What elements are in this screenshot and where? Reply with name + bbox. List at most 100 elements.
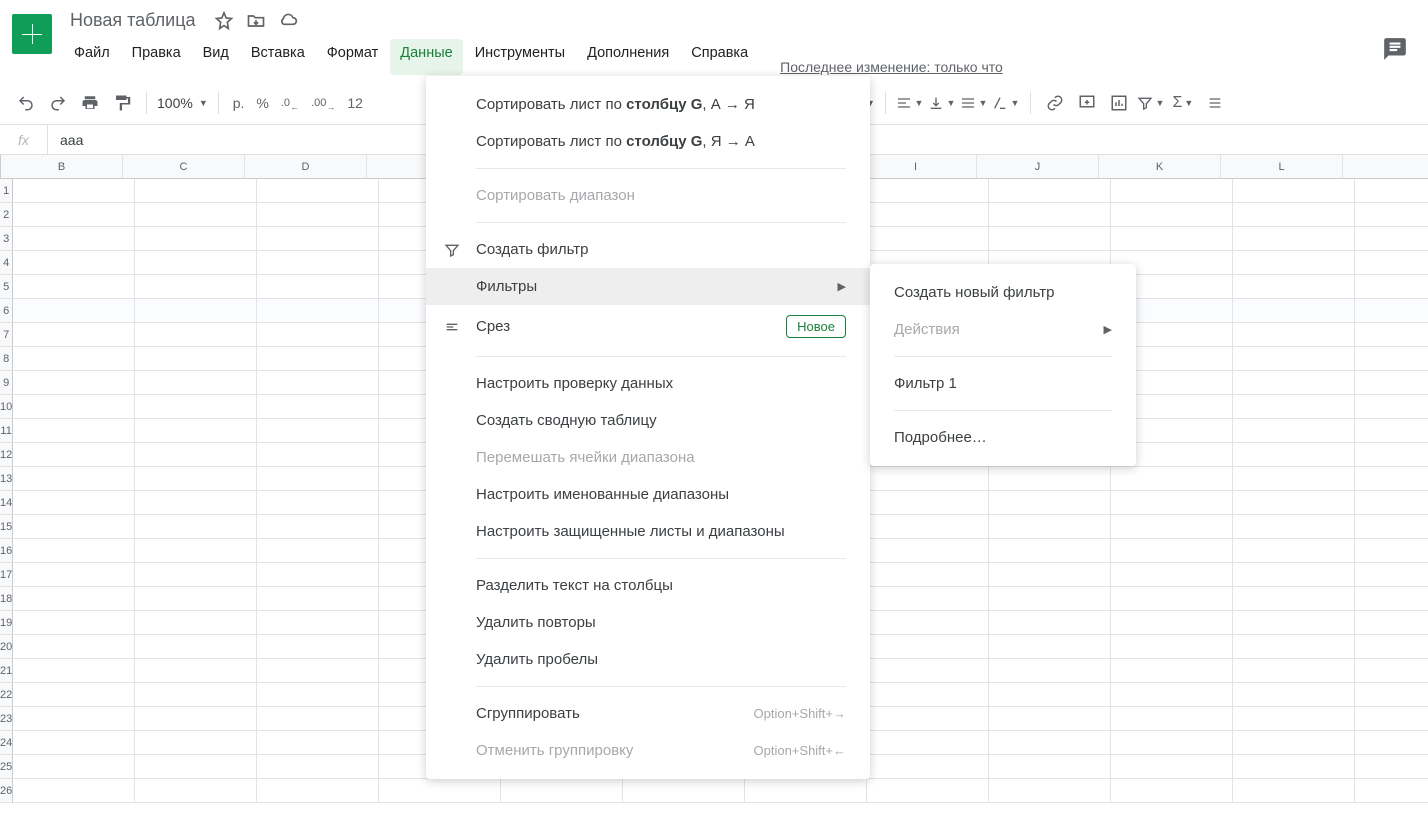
document-title[interactable]: Новая таблица — [64, 8, 202, 33]
cell[interactable] — [135, 395, 257, 419]
cell[interactable] — [13, 203, 135, 227]
row-header[interactable]: 24 — [0, 731, 13, 755]
cell[interactable] — [257, 419, 379, 443]
cell[interactable] — [257, 539, 379, 563]
menu-create-filter[interactable]: Создать фильтр — [426, 231, 870, 268]
cell[interactable] — [257, 635, 379, 659]
column-header[interactable]: L — [1221, 155, 1343, 178]
row-header[interactable]: 26 — [0, 779, 13, 803]
cell[interactable] — [13, 755, 135, 779]
cell[interactable] — [13, 275, 135, 299]
functions-icon[interactable]: Σ▼ — [1169, 89, 1197, 117]
cell[interactable] — [1233, 563, 1355, 587]
row-header[interactable]: 14 — [0, 491, 13, 515]
cell[interactable] — [257, 347, 379, 371]
cell[interactable] — [257, 227, 379, 251]
cell[interactable] — [257, 299, 379, 323]
formula-input[interactable]: aaa — [48, 132, 83, 148]
cell[interactable] — [257, 731, 379, 755]
row-header[interactable]: 12 — [0, 443, 13, 467]
column-header[interactable]: J — [977, 155, 1099, 178]
cell[interactable] — [867, 179, 989, 203]
cell[interactable] — [257, 371, 379, 395]
cell[interactable] — [257, 659, 379, 683]
cell[interactable] — [1233, 491, 1355, 515]
cell[interactable] — [1233, 371, 1355, 395]
menu-sort-az[interactable]: Сортировать лист по столбцу G, А → Я — [426, 86, 870, 123]
cell[interactable] — [1111, 563, 1233, 587]
column-header[interactable] — [1343, 155, 1428, 178]
cell[interactable] — [1233, 323, 1355, 347]
cell[interactable] — [1355, 563, 1428, 587]
menu-data-validation[interactable]: Настроить проверку данных — [426, 365, 870, 402]
cell[interactable] — [1355, 635, 1428, 659]
insert-chart-icon[interactable] — [1105, 89, 1133, 117]
cell[interactable] — [989, 635, 1111, 659]
cell[interactable] — [1355, 683, 1428, 707]
menu-insert[interactable]: Вставка — [241, 39, 315, 75]
cell[interactable] — [989, 563, 1111, 587]
cell[interactable] — [1355, 539, 1428, 563]
move-folder-icon[interactable] — [246, 11, 266, 31]
menu-group[interactable]: СгруппироватьOption+Shift+→ — [426, 695, 870, 732]
cell[interactable] — [1355, 227, 1428, 251]
submenu-create-filter[interactable]: Создать новый фильтр — [870, 274, 1136, 311]
cell[interactable] — [989, 491, 1111, 515]
cell[interactable] — [1111, 683, 1233, 707]
cell[interactable] — [1355, 371, 1428, 395]
cell[interactable] — [13, 539, 135, 563]
cell[interactable] — [989, 179, 1111, 203]
undo-icon[interactable] — [12, 89, 40, 117]
cell[interactable] — [1111, 611, 1233, 635]
cell[interactable] — [989, 587, 1111, 611]
cell[interactable] — [1111, 779, 1233, 803]
cell[interactable] — [135, 419, 257, 443]
menu-view[interactable]: Вид — [193, 39, 239, 75]
menu-addons[interactable]: Дополнения — [577, 39, 679, 75]
cell[interactable] — [135, 755, 257, 779]
row-header[interactable]: 5 — [0, 275, 13, 299]
cell[interactable] — [1355, 467, 1428, 491]
cell[interactable] — [1111, 731, 1233, 755]
cell[interactable] — [135, 467, 257, 491]
cell[interactable] — [257, 275, 379, 299]
cell[interactable] — [867, 467, 989, 491]
cell[interactable] — [623, 779, 745, 803]
cell[interactable] — [1233, 635, 1355, 659]
cell[interactable] — [257, 515, 379, 539]
menu-sort-za[interactable]: Сортировать лист по столбцу G, Я → А — [426, 123, 870, 160]
cell[interactable] — [135, 635, 257, 659]
cell[interactable] — [1233, 347, 1355, 371]
cell[interactable] — [1233, 275, 1355, 299]
number-format-hint[interactable]: 12 — [343, 95, 367, 111]
menu-format[interactable]: Формат — [317, 39, 389, 75]
cell[interactable] — [135, 323, 257, 347]
cell[interactable] — [135, 443, 257, 467]
cell[interactable] — [1355, 395, 1428, 419]
menu-slicer[interactable]: Срез Новое — [426, 305, 870, 348]
cell[interactable] — [13, 707, 135, 731]
cell[interactable] — [867, 683, 989, 707]
cell[interactable] — [989, 707, 1111, 731]
last-change-link[interactable]: Последнее изменение: только что — [780, 39, 1003, 75]
cell[interactable] — [13, 779, 135, 803]
paint-format-icon[interactable] — [108, 89, 136, 117]
cell[interactable] — [13, 515, 135, 539]
cell[interactable] — [867, 515, 989, 539]
cell[interactable] — [257, 467, 379, 491]
menu-edit[interactable]: Правка — [122, 39, 191, 75]
cell[interactable] — [1111, 179, 1233, 203]
row-header[interactable]: 20 — [0, 635, 13, 659]
cell[interactable] — [867, 731, 989, 755]
cell[interactable] — [1355, 707, 1428, 731]
cell[interactable] — [1355, 323, 1428, 347]
row-header[interactable]: 16 — [0, 539, 13, 563]
row-header[interactable]: 25 — [0, 755, 13, 779]
cell[interactable] — [1111, 635, 1233, 659]
row-header[interactable]: 3 — [0, 227, 13, 251]
column-header[interactable]: I — [855, 155, 977, 178]
zoom-select[interactable]: 100%▼ — [157, 95, 208, 111]
cell[interactable] — [1355, 731, 1428, 755]
cell[interactable] — [989, 227, 1111, 251]
cell[interactable] — [1111, 203, 1233, 227]
